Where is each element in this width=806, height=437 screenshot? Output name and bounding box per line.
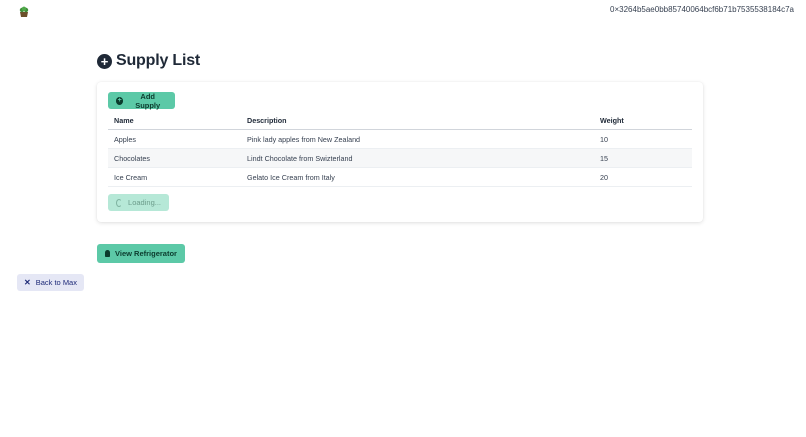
- view-refrigerator-button[interactable]: View Refrigerator: [97, 244, 185, 263]
- cell-weight: 10: [594, 129, 692, 149]
- supply-table: Name Description Weight Apples Pink lady…: [108, 112, 692, 187]
- column-header-weight: Weight: [594, 112, 692, 130]
- cell-name: Ice Cream: [108, 167, 241, 187]
- table-header-row: Name Description Weight: [108, 112, 692, 130]
- column-header-description: Description: [241, 112, 594, 130]
- cell-description: Gelato Ice Cream from Italy: [241, 167, 594, 187]
- add-supply-button[interactable]: + Add Supply: [108, 91, 175, 110]
- table-row: Ice Cream Gelato Ice Cream from Italy 20: [108, 167, 692, 187]
- lightbulb-icon: [105, 250, 110, 257]
- supply-card: + Add Supply Name Description Weight App…: [97, 82, 703, 222]
- cell-weight: 15: [594, 148, 692, 168]
- spinner-icon: [116, 198, 123, 207]
- page-title-text: Supply List: [116, 52, 201, 69]
- cell-name: Apples: [108, 129, 241, 149]
- back-to-max-label: Back to Max: [35, 278, 77, 287]
- close-icon: ✕: [24, 278, 31, 287]
- add-supply-label: Add Supply: [135, 91, 161, 110]
- table-row: Apples Pink lady apples from New Zealand…: [108, 129, 692, 149]
- account-address: 0×3264b5ae0bb85740064bcf6b71b7535538184c…: [610, 5, 794, 14]
- loading-label: Loading...: [128, 198, 161, 207]
- plant-logo-icon: [18, 5, 30, 17]
- table-row: Chocolates Lindt Chocolate from Swizterl…: [108, 148, 692, 168]
- loading-button[interactable]: Loading...: [108, 194, 169, 211]
- plus-circle-icon: +: [97, 53, 112, 69]
- plus-circle-icon: +: [116, 96, 124, 105]
- page-title: + Supply List: [97, 52, 200, 70]
- column-header-name: Name: [108, 112, 241, 130]
- back-to-max-button[interactable]: ✕ Back to Max: [17, 274, 84, 291]
- cell-name: Chocolates: [108, 148, 241, 168]
- cell-description: Pink lady apples from New Zealand: [241, 129, 594, 149]
- cell-weight: 20: [594, 167, 692, 187]
- view-refrigerator-label: View Refrigerator: [115, 249, 177, 258]
- cell-description: Lindt Chocolate from Swizterland: [241, 148, 594, 168]
